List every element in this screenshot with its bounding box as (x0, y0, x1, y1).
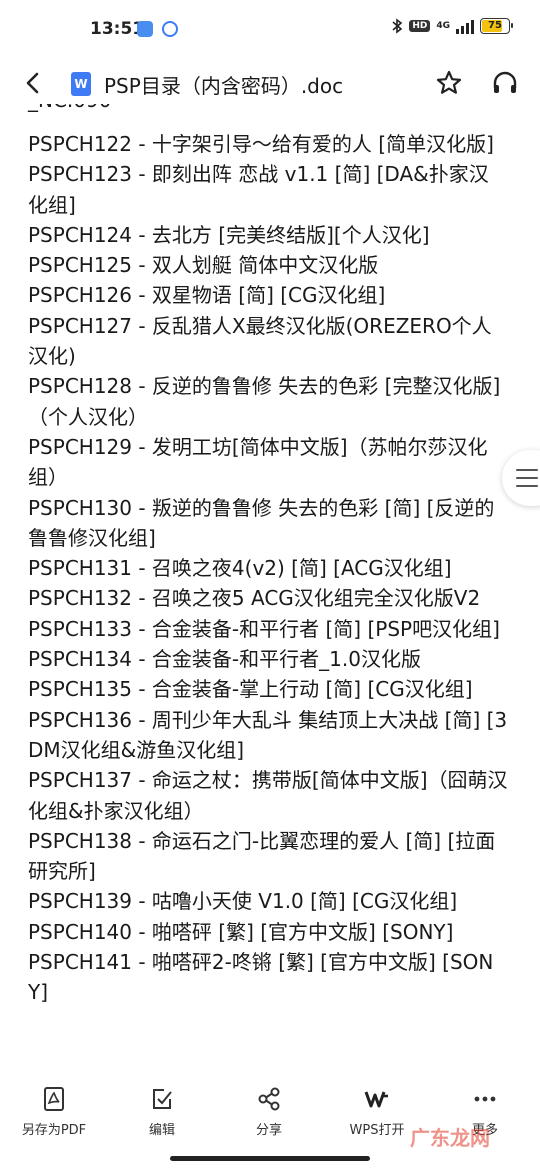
save-as-pdf-label: 另存为PDF (21, 1123, 87, 1138)
app-notification-icon (137, 21, 153, 37)
pdf-icon (44, 1087, 64, 1111)
network-hd-badge: HD (409, 20, 431, 32)
edit-label: 编辑 (148, 1123, 175, 1138)
text-line: PSPCH137 - 命运之杖：携带版[简体中文版]（囧萌汉化组&扑家汉化组） (28, 768, 508, 823)
cut-off-line: _NC.090 (28, 104, 111, 115)
status-time: 13:51 (90, 19, 145, 39)
share-icon (258, 1087, 280, 1111)
text-line: PSPCH136 - 周刊少年大乱斗 集结顶上大决战 [简] [3DM汉化组&游… (28, 707, 508, 762)
text-line: PSPCH135 - 合金装备-掌上行动 [简] [CG汉化组] (28, 677, 473, 702)
text-line: PSPCH127 - 反乱猎人X最终汉化版(OREZERO个人汉化) (28, 313, 492, 369)
chevron-left-icon[interactable] (18, 68, 48, 98)
text-line: PSPCH131 - 召唤之夜4(v2) [简] [ACG汉化组] (28, 556, 452, 581)
network-type-label: 4G (436, 21, 450, 31)
edit-button[interactable]: 编辑 (117, 1086, 207, 1138)
edit-icon (153, 1089, 172, 1109)
home-indicator[interactable] (170, 1156, 370, 1161)
save-as-pdf-button[interactable]: 另存为PDF (9, 1086, 99, 1138)
text-line: PSPCH123 - 即刻出阵 恋战 v1.1 [简] [DA&扑家汉化组] (28, 162, 489, 217)
text-line: PSPCH124 - 去北方 [完美终结版][个人汉化] (28, 222, 430, 247)
text-line: PSPCH128 - 反逆的鲁鲁修 失去的色彩 [完整汉化版]（个人汉化） (28, 374, 501, 429)
battery-level: 75 (488, 20, 502, 31)
more-icon (474, 1096, 496, 1102)
bluetooth-icon (392, 18, 403, 34)
text-line: PSPCH125 - 双人划艇 简体中文汉化版 (28, 253, 379, 278)
share-label: 分享 (255, 1123, 282, 1138)
text-line: PSPCH134 - 合金装备-和平行者_1.0汉化版 (28, 647, 421, 672)
text-line: PSPCH141 - 啪嗒砰2-咚锵 [繁] [官方中文版] [SONY] (28, 950, 494, 1005)
text-line: PSPCH126 - 双星物语 [简] [CG汉化组] (28, 283, 386, 308)
text-line: PSPCH133 - 合金装备-和平行者 [简] [PSP吧汉化组] (28, 616, 500, 641)
signal-icon (456, 18, 474, 34)
watermark: 广东龙网 (410, 1126, 490, 1150)
status-right: HD 4G 75 (391, 18, 513, 34)
wps-open-label: WPS打开 (349, 1123, 405, 1138)
word-doc-icon: W (71, 72, 91, 96)
wps-icon (364, 1091, 388, 1108)
download-notification-icon (162, 21, 178, 37)
app-header: W PSP目录（内含密码）.doc (0, 62, 540, 104)
star-icon[interactable] (434, 68, 464, 98)
text-line: PSPCH140 - 啪嗒砰 [繁] [官方中文版] [SONY] (28, 919, 454, 944)
document-text: PSPCH122 - 十字架引导～给有爱的人 [简单汉化版] PSPCH123 … (28, 129, 508, 1008)
share-button[interactable]: 分享 (224, 1086, 314, 1138)
document-title: PSP目录（内含密码）.doc (104, 74, 344, 98)
text-line: PSPCH139 - 咕噜小天使 V1.0 [简] [CG汉化组] (28, 889, 458, 914)
battery-icon: 75 (480, 18, 513, 34)
headphones-icon[interactable] (490, 68, 520, 98)
text-line: PSPCH130 - 叛逆的鲁鲁修 失去的色彩 [简] [反逆的鲁鲁修汉化组] (28, 495, 495, 550)
text-line: PSPCH122 - 十字架引导～给有爱的人 [简单汉化版] (28, 132, 494, 156)
wps-open-button[interactable]: WPS打开 (332, 1086, 422, 1138)
text-line: PSPCH129 - 发明工坊[简体中文版]（苏帕尔莎汉化组） (28, 434, 488, 490)
text-line: PSPCH138 - 命运石之门-比翼恋理的爱人 [简] [拉面研究所] (28, 828, 496, 884)
text-line: PSPCH132 - 召唤之夜5 ACG汉化组完全汉化版V2 (28, 586, 481, 611)
document-viewer[interactable]: _NC.090 PSPCH122 - 十字架引导～给有爱的人 [简单汉化版] P… (0, 104, 540, 1080)
status-bar: 13:51 HD 4G 75 (0, 0, 540, 62)
